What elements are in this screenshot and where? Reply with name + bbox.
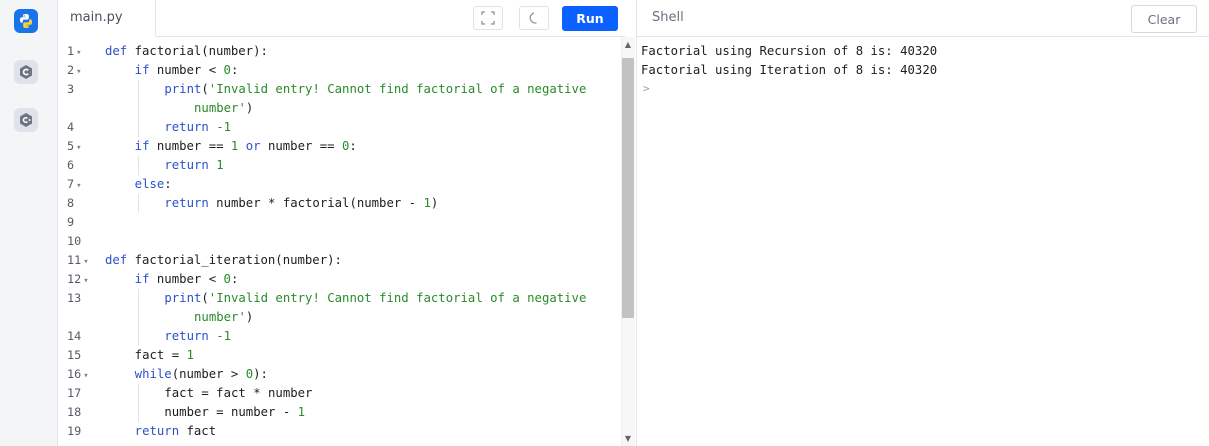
line-number: 16 ▾ [67, 367, 89, 381]
code-line: 3 print('Invalid entry! Cannot find facto… [59, 80, 619, 99]
code-text: if number < 0: [134, 272, 239, 286]
clear-button[interactable]: Clear [1131, 5, 1197, 33]
code-text: print('Invalid entry! Cannot find factor… [164, 82, 587, 96]
indent-guide [137, 99, 139, 118]
code-text: return fact [134, 424, 217, 438]
editor-header: main.py Run [59, 0, 625, 37]
code-line: 7 ▾ else: [59, 175, 619, 193]
line-number: 3 [67, 82, 75, 96]
run-button[interactable]: Run [562, 6, 618, 31]
code-line: 19 return fact [59, 422, 619, 440]
line-number: 10 [67, 234, 82, 248]
fullscreen-button[interactable] [473, 6, 503, 30]
code-line: number') [59, 308, 619, 327]
indent-guide [137, 156, 139, 175]
scrollbar-thumb[interactable] [622, 58, 634, 318]
code-text: return -1 [164, 120, 231, 134]
code-line: 17 fact = fact * number [59, 384, 619, 403]
shell-output[interactable]: Factorial using Recursion of 8 is: 40320… [636, 37, 1209, 446]
fold-arrow-icon[interactable]: ▾ [83, 276, 88, 286]
scroll-up-icon[interactable]: ▲ [622, 40, 634, 49]
dark-mode-icon [529, 12, 537, 24]
shell-title: Shell [652, 10, 684, 25]
indent-guide [137, 194, 139, 213]
code-text: number') [194, 310, 254, 324]
dark-mode-button[interactable] [519, 6, 549, 30]
fold-arrow-icon[interactable]: ▾ [83, 257, 88, 267]
code-text: if number == 1 or number == 0: [134, 139, 357, 153]
code-line: 4 return -1 [59, 118, 619, 137]
indent-guide [137, 118, 139, 137]
line-number: 15 [67, 348, 82, 362]
c-language-icon[interactable] [14, 60, 38, 84]
code-line: 12 ▾ if number < 0: [59, 270, 619, 288]
code-line: 10 [59, 232, 619, 250]
code-text: return number * factorial(number - 1) [164, 196, 439, 210]
code-text: fact = fact * number [164, 386, 313, 400]
indent-guide [137, 80, 139, 99]
shell-prompt: > [643, 82, 650, 95]
line-number: 14 [67, 329, 82, 343]
line-number: 8 [67, 196, 75, 210]
code-text: else: [134, 177, 172, 191]
code-line: 2 ▾ if number < 0: [59, 61, 619, 79]
fold-arrow-icon[interactable]: ▾ [76, 143, 81, 153]
line-number: 1 ▾ [67, 44, 82, 58]
code-text: number') [194, 101, 254, 115]
code-text: print('Invalid entry! Cannot find factor… [164, 291, 587, 305]
line-number: 19 [67, 424, 82, 438]
code-line: 1 ▾ def factorial(number): [59, 42, 619, 60]
code-line: 11 ▾ def factorial_iteration(number): [59, 251, 619, 269]
code-line: 18 number = number - 1 [59, 403, 619, 422]
code-line: 5 ▾ if number == 1 or number == 0: [59, 137, 619, 155]
code-text: number = number - 1 [164, 405, 306, 419]
code-line: 8 return number * factorial(number - 1) [59, 194, 619, 213]
code-line: 6 return 1 [59, 156, 619, 175]
code-line: 16 ▾ while(number > 0): [59, 365, 619, 383]
code-text: def factorial(number): [105, 44, 268, 58]
line-number: 7 ▾ [67, 177, 82, 191]
fold-arrow-icon[interactable]: ▾ [76, 48, 81, 58]
line-number: 6 [67, 158, 75, 172]
code-text: while(number > 0): [134, 367, 268, 381]
language-sidebar [0, 0, 58, 446]
output-line-2: Factorial using Iteration of 8 is: 40320 [641, 63, 938, 77]
line-number: 9 [67, 215, 75, 229]
fold-arrow-icon[interactable]: ▾ [76, 67, 81, 77]
code-text: return 1 [164, 158, 224, 172]
indent-guide [137, 289, 139, 308]
code-text: return -1 [164, 329, 231, 343]
cpp-language-icon[interactable] [14, 108, 38, 132]
fullscreen-icon [481, 11, 495, 25]
output-line-1: Factorial using Recursion of 8 is: 40320 [641, 44, 938, 58]
code-line: 14 return -1 [59, 327, 619, 346]
fold-arrow-icon[interactable]: ▾ [76, 181, 81, 191]
code-line: number') [59, 99, 619, 118]
code-line: 15 fact = 1 [59, 346, 619, 364]
code-text: if number < 0: [134, 63, 239, 77]
line-number: 2 ▾ [67, 63, 82, 77]
python-icon[interactable] [14, 9, 38, 33]
scroll-down-icon[interactable]: ▼ [622, 434, 634, 443]
code-text: fact = 1 [134, 348, 194, 362]
line-number: 11 ▾ [67, 253, 89, 267]
line-number: 13 [67, 291, 82, 305]
line-number: 4 [67, 120, 75, 134]
code-editor[interactable]: 1 ▾ def factorial(number): 2 ▾ if number < 0:… [59, 37, 621, 446]
code-text: def factorial_iteration(number): [105, 253, 342, 267]
indent-guide [137, 403, 139, 422]
indent-guide [137, 384, 139, 403]
indent-guide [137, 308, 139, 327]
shell-header: Shell Clear [636, 0, 1209, 37]
line-number: 17 [67, 386, 82, 400]
line-number: 18 [67, 405, 82, 419]
fold-arrow-icon[interactable]: ▾ [83, 371, 88, 381]
line-number: 12 ▾ [67, 272, 89, 286]
code-line: 13 print('Invalid entry! Cannot find fact… [59, 289, 619, 308]
indent-guide [137, 327, 139, 346]
tab-main-py[interactable]: main.py [59, 0, 156, 37]
code-line: 9 [59, 213, 619, 231]
line-number: 5 ▾ [67, 139, 82, 153]
